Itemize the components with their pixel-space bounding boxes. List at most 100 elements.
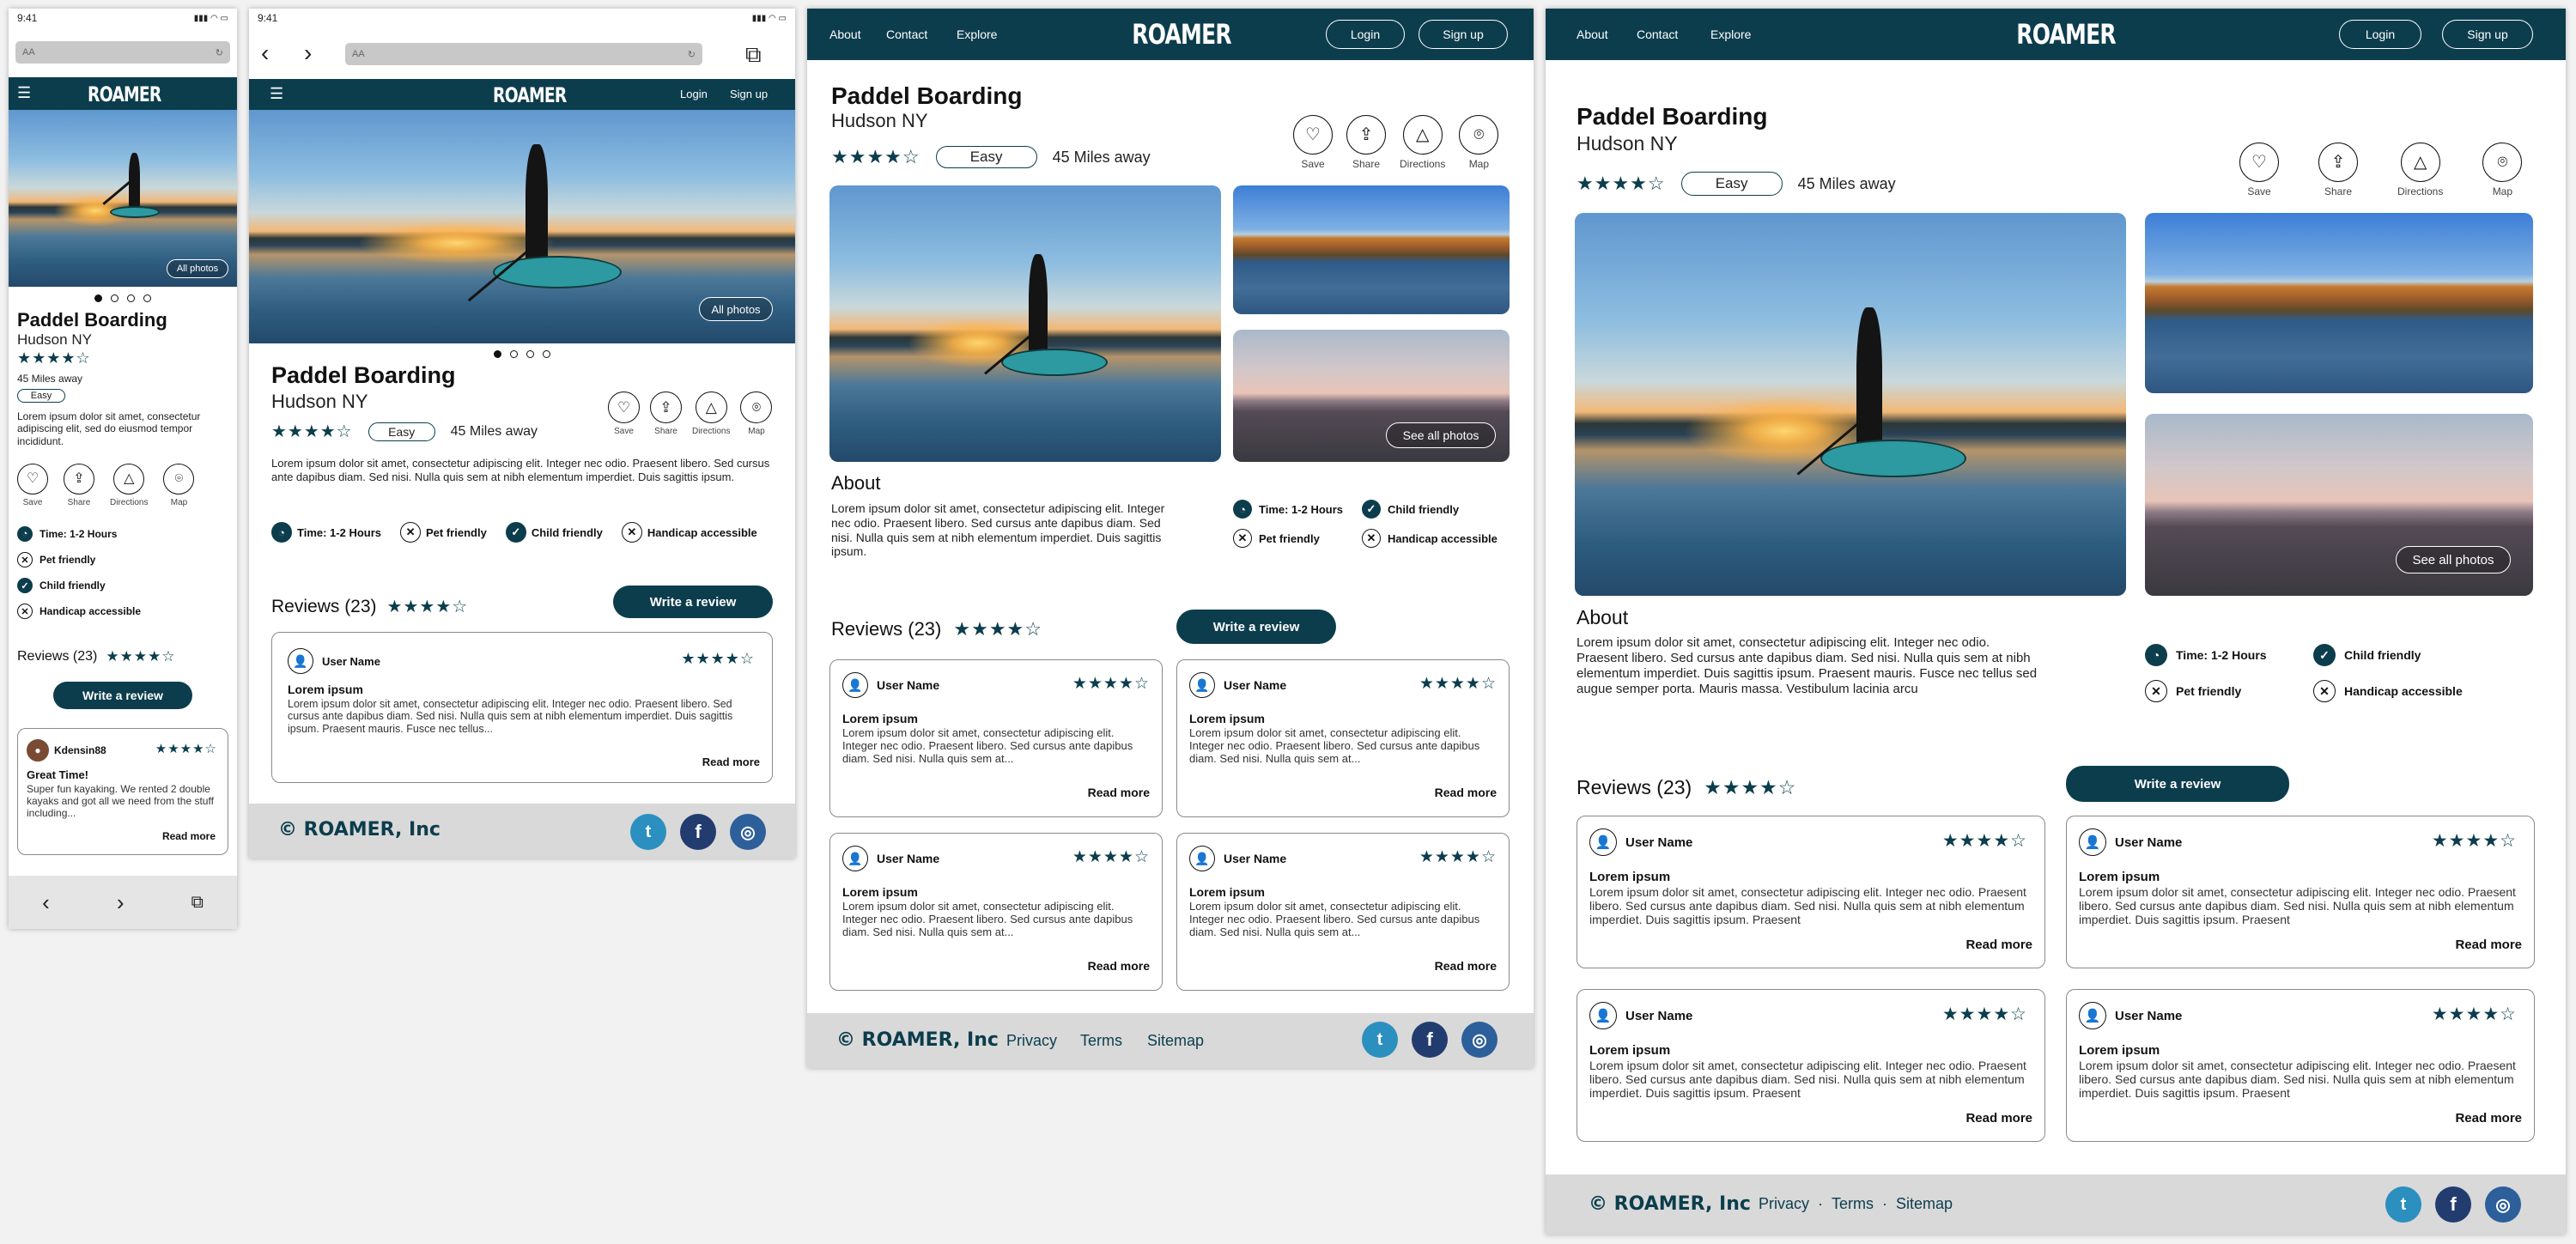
review-card[interactable]: 👤 User Name ★★★★☆ Lorem ipsum Lorem ipsum… <box>2066 816 2535 968</box>
back-icon[interactable]: ‹ <box>42 889 50 916</box>
facebook-icon[interactable]: f <box>680 814 716 850</box>
review-card[interactable]: 👤 User Name ★★★★☆ Lorem ipsum Lorem ipsum… <box>1176 833 1510 991</box>
forward-icon[interactable]: › <box>117 889 125 916</box>
review-card[interactable]: 👤 User Name ★★★★☆ Lorem ipsum Lorem ipsum… <box>1577 989 2045 1142</box>
nav-about[interactable]: About <box>1577 27 1608 41</box>
share-icon[interactable]: ⇪ <box>650 391 682 423</box>
forward-icon[interactable]: › <box>304 39 312 67</box>
main-photo[interactable] <box>829 185 1221 462</box>
write-review-button[interactable]: Write a review <box>1176 610 1336 644</box>
write-review-button[interactable]: Write a review <box>613 586 773 618</box>
directions-icon[interactable]: △ <box>1402 115 1443 155</box>
share-action[interactable]: ⇪ Share <box>1346 115 1386 170</box>
nav-about[interactable]: About <box>829 27 861 41</box>
side-photo[interactable] <box>1233 185 1510 314</box>
logo[interactable]: ROAMER <box>88 82 161 106</box>
review-card[interactable]: 👤 User Name ★★★★☆ Lorem ipsum Lorem ipsum… <box>2066 989 2535 1142</box>
privacy-link[interactable]: Privacy <box>1006 1032 1057 1050</box>
write-review-button[interactable]: Write a review <box>53 682 192 709</box>
all-photos-button[interactable]: All photos <box>699 297 773 321</box>
directions-icon[interactable]: △ <box>695 391 727 423</box>
instagram-icon[interactable]: ◎ <box>1461 1022 1498 1058</box>
carousel-dots[interactable] <box>9 294 237 302</box>
share-icon[interactable]: ⇪ <box>2318 143 2358 182</box>
map-action[interactable]: ⌾ Map <box>1459 115 1499 170</box>
side-photo[interactable]: See all photos <box>1233 330 1510 462</box>
login-button[interactable]: Login <box>2339 20 2421 49</box>
tabs-icon[interactable]: ⧉ <box>745 41 762 69</box>
save-action[interactable]: ♡ Save <box>1293 115 1333 170</box>
twitter-icon[interactable]: t <box>630 814 666 850</box>
share-icon[interactable]: ⇪ <box>1346 115 1386 155</box>
review-card[interactable]: 👤 User Name ★★★★☆ Lorem ipsum Lorem ipsum… <box>829 833 1163 991</box>
directions-action[interactable]: △ Directions <box>110 464 148 507</box>
carousel-dot[interactable] <box>143 294 151 302</box>
read-more-link[interactable]: Read more <box>162 830 216 842</box>
read-more-link[interactable]: Read more <box>1435 786 1497 799</box>
carousel-dot[interactable] <box>111 294 118 302</box>
heart-icon[interactable]: ♡ <box>2239 143 2279 182</box>
heart-icon[interactable]: ♡ <box>17 464 48 495</box>
login-button[interactable]: Login <box>1326 20 1405 49</box>
review-card[interactable]: 👤 User Name ★★★★☆ Lorem ipsum Lorem ipsu… <box>271 632 773 783</box>
directions-icon[interactable]: △ <box>2400 143 2440 182</box>
tabs-icon[interactable]: ⧉ <box>191 893 204 913</box>
directions-icon[interactable]: △ <box>113 464 145 495</box>
terms-link[interactable]: Terms <box>1080 1032 1122 1050</box>
map-pin-icon[interactable]: ⌾ <box>740 391 773 423</box>
signup-button[interactable]: Sign up <box>1419 20 1508 49</box>
logo[interactable]: ROAMER <box>493 83 567 107</box>
review-card[interactable]: 👤 User Name ★★★★☆ Lorem ipsum Lorem ipsum… <box>1577 816 2045 968</box>
read-more-link[interactable]: Read more <box>1435 959 1497 973</box>
all-photos-button[interactable]: All photos <box>167 259 228 278</box>
heart-icon[interactable]: ♡ <box>608 391 640 423</box>
review-card[interactable]: 👤 User Name ★★★★☆ Lorem ipsum Lorem ipsum… <box>1176 659 1510 817</box>
twitter-icon[interactable]: t <box>2385 1186 2421 1223</box>
signup-link[interactable]: Sign up <box>730 88 768 100</box>
read-more-link[interactable]: Read more <box>1088 786 1150 799</box>
review-card[interactable]: 👤 User Name ★★★★☆ Lorem ipsum Lorem ipsum… <box>829 659 1163 817</box>
directions-action[interactable]: △ Directions <box>692 391 730 436</box>
see-all-photos-button[interactable]: See all photos <box>2396 546 2511 573</box>
read-more-link[interactable]: Read more <box>2455 1111 2522 1126</box>
read-more-link[interactable]: Read more <box>2455 938 2522 952</box>
save-action[interactable]: ♡ Save <box>17 464 48 507</box>
hero-photo[interactable]: All photos <box>9 110 237 287</box>
directions-action[interactable]: △ Directions <box>2397 143 2443 197</box>
see-all-photos-button[interactable]: See all photos <box>1386 422 1496 448</box>
write-review-button[interactable]: Write a review <box>2066 766 2289 802</box>
hero-photo[interactable]: All photos <box>249 110 795 343</box>
privacy-link[interactable]: Privacy <box>1759 1195 1809 1213</box>
sitemap-link[interactable]: Sitemap <box>1147 1032 1204 1050</box>
nav-contact[interactable]: Contact <box>886 27 927 41</box>
instagram-icon[interactable]: ◎ <box>2485 1186 2521 1223</box>
terms-link[interactable]: Terms <box>1832 1195 1874 1213</box>
side-photo[interactable] <box>2145 213 2533 393</box>
directions-action[interactable]: △ Directions <box>1400 115 1445 170</box>
nav-explore[interactable]: Explore <box>1710 27 1751 41</box>
read-more-link[interactable]: Read more <box>1965 1111 2032 1126</box>
url-bar[interactable]: AA ↻ <box>15 41 230 64</box>
carousel-dot[interactable] <box>510 350 518 358</box>
sitemap-link[interactable]: Sitemap <box>1896 1195 1953 1213</box>
facebook-icon[interactable]: f <box>2435 1186 2471 1223</box>
carousel-dots[interactable] <box>249 350 795 358</box>
hamburger-icon[interactable]: ☰ <box>270 85 283 103</box>
map-action[interactable]: ⌾ Map <box>740 391 773 436</box>
read-more-link[interactable]: Read more <box>702 756 760 768</box>
share-action[interactable]: ⇪ Share <box>64 464 94 507</box>
login-link[interactable]: Login <box>680 88 708 100</box>
reload-icon[interactable]: ↻ <box>216 47 223 58</box>
review-card[interactable]: ● Kdensin88 ★★★★☆ Great Time! Super fun … <box>17 728 228 855</box>
read-more-link[interactable]: Read more <box>1965 938 2032 952</box>
map-pin-icon[interactable]: ⌾ <box>1459 115 1499 155</box>
carousel-dot[interactable] <box>494 350 501 358</box>
map-action[interactable]: ⌾ Map <box>163 464 195 507</box>
instagram-icon[interactable]: ◎ <box>730 814 766 850</box>
share-action[interactable]: ⇪ Share <box>2318 143 2358 197</box>
side-photo[interactable]: See all photos <box>2145 414 2533 596</box>
carousel-dot[interactable] <box>543 350 550 358</box>
save-action[interactable]: ♡ Save <box>2239 143 2279 197</box>
carousel-dot[interactable] <box>127 294 135 302</box>
logo[interactable]: ROAMER <box>2016 18 2116 51</box>
